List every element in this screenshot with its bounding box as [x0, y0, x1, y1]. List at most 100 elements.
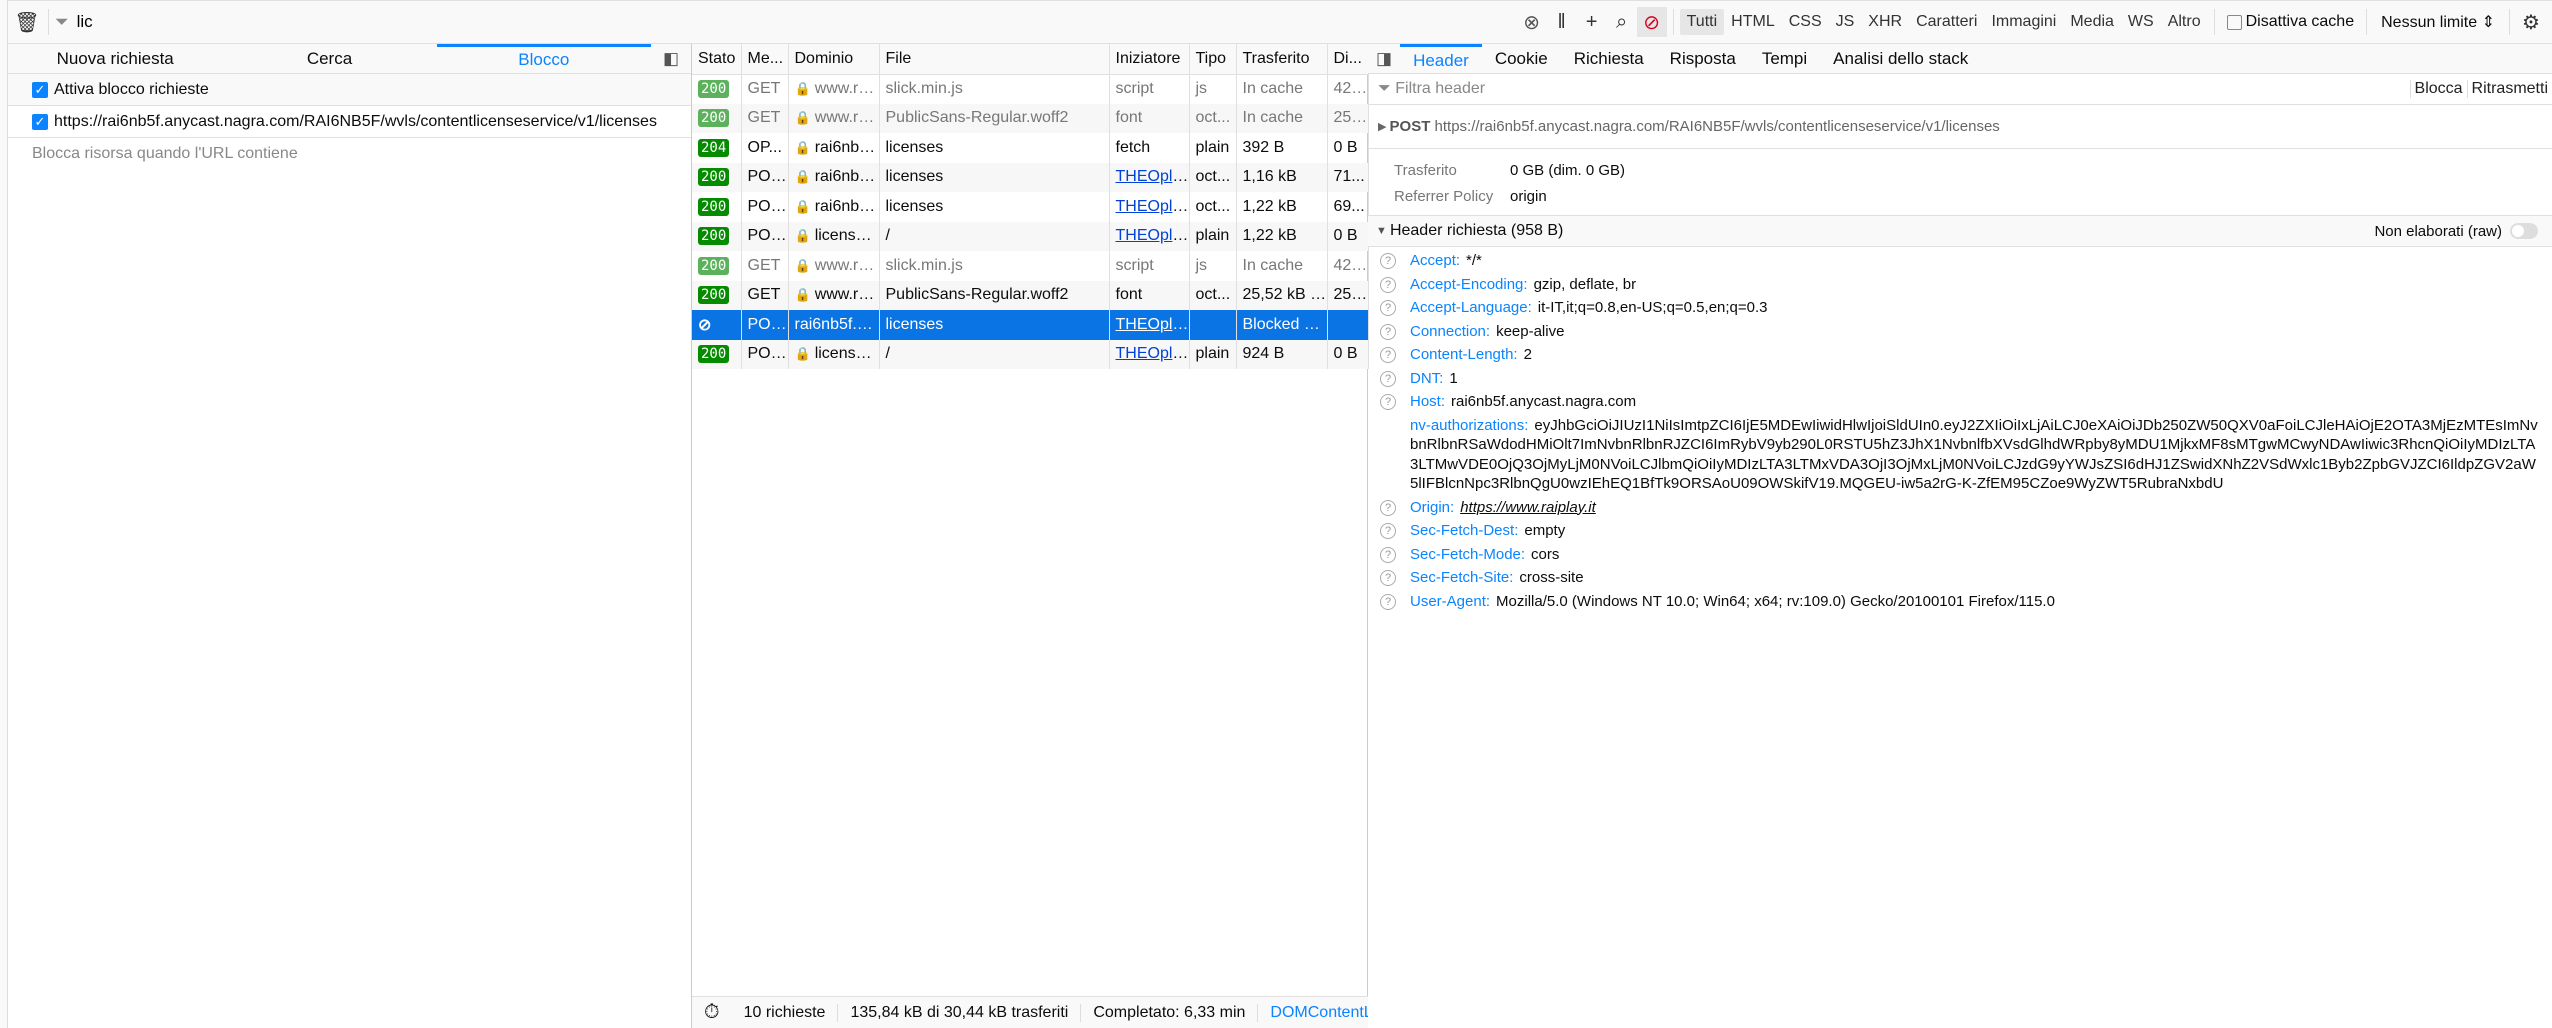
help-icon[interactable]: ?: [1380, 323, 1396, 340]
filter-headers-input[interactable]: Filtra header: [1395, 80, 2409, 98]
cell-domain: 🔒 www.rai...: [788, 251, 880, 281]
trash-icon[interactable]: 🗑: [12, 7, 42, 37]
throttle-select[interactable]: Nessun limite ⇕: [2373, 12, 2503, 32]
table-row[interactable]: 200 GET 🔒 www.rai.it PublicSans-Regular.woff…: [692, 103, 1369, 133]
checkbox-checked[interactable]: ✓: [32, 113, 48, 130]
help-icon[interactable]: ?: [1380, 394, 1396, 410]
tab-analisi-dello-stack[interactable]: Analisi dello stack: [1820, 45, 1981, 72]
cell-type: plain: [1189, 133, 1237, 163]
initiator-link[interactable]: THEOpla...: [1116, 168, 1189, 185]
cell-transferred: 1,22 kB: [1236, 221, 1328, 251]
table-row[interactable]: 200 POST 🔒 rai6nb5... licenses THEOpla... oct.…: [692, 192, 1369, 222]
finish-time: Completato: 6,33 min: [1081, 1003, 1259, 1022]
tab-blocking[interactable]: Blocco: [436, 44, 651, 73]
type-filter-altro[interactable]: Altro: [2161, 9, 2208, 35]
block-url-input[interactable]: Blocca risorsa quando l'URL contiene: [8, 138, 691, 170]
column-header-domain[interactable]: Dominio: [788, 44, 880, 75]
request-url: https://rai6nb5f.anycast.nagra.com/RAI6N…: [1434, 118, 2000, 135]
tab-richiesta[interactable]: Richiesta: [1561, 45, 1657, 72]
column-header-initiator[interactable]: Iniziatore: [1109, 44, 1190, 75]
help-icon[interactable]: ?: [1380, 253, 1396, 269]
request-headers-section[interactable]: ▼ Header richiesta (958 B) Non elaborati…: [1368, 215, 2552, 247]
lock-icon: 🔒: [794, 110, 811, 126]
column-header-file[interactable]: File: [879, 44, 1110, 75]
initiator-link[interactable]: THEOpla...: [1116, 316, 1189, 333]
tab-cookie[interactable]: Cookie: [1482, 45, 1561, 72]
initiator-link[interactable]: THEOpla...: [1116, 345, 1189, 362]
table-row[interactable]: 200 POST 🔒 rai6nb5... licenses THEOpla... oct.…: [692, 162, 1369, 192]
filter-url-input[interactable]: [76, 12, 377, 32]
help-icon[interactable]: ?: [1380, 499, 1396, 516]
help-icon[interactable]: ?: [1380, 347, 1396, 363]
table-row[interactable]: 204 OP... 🔒 rai6nb5... licenses fetch plain 392…: [692, 133, 1369, 163]
type-filter-immagini[interactable]: Immagini: [1984, 9, 2063, 35]
lock-icon: 🔒: [794, 257, 811, 273]
cell-status: 204: [692, 133, 742, 163]
type-filter-js[interactable]: JS: [1829, 9, 1862, 35]
checkbox-checked[interactable]: ✓: [32, 81, 48, 98]
column-header-method[interactable]: Me...: [741, 44, 789, 75]
tab-tempi[interactable]: Tempi: [1749, 45, 1820, 72]
table-row[interactable]: 200POST🔒license.t.../THEOpla...plain924 …: [692, 339, 1369, 369]
cell-initiator: font: [1109, 280, 1190, 310]
clear-filter-icon[interactable]: ⊗: [1517, 7, 1547, 37]
cell-file: licenses: [879, 192, 1110, 222]
help-icon[interactable]: ?: [1380, 593, 1396, 610]
cell-transferred: 25,52 kB (r...: [1236, 280, 1328, 310]
column-header-type[interactable]: Tipo: [1189, 44, 1237, 75]
type-filter-xhr[interactable]: XHR: [1861, 9, 1909, 35]
type-filter-caratteri[interactable]: Caratteri: [1909, 9, 1984, 35]
help-icon[interactable]: ?: [1380, 570, 1396, 586]
raw-toggle[interactable]: [2510, 223, 2538, 239]
help-icon[interactable]: ?: [1380, 523, 1396, 539]
cell-file: PublicSans-Regular.woff2: [879, 280, 1110, 310]
tab-new-request[interactable]: Nuova richiesta: [8, 44, 222, 73]
resend-button[interactable]: Ritrasmetti: [2466, 80, 2552, 98]
request-url-summary[interactable]: ▶ POST https://rai6nb5f.anycast.nagra.co…: [1368, 105, 2552, 149]
cell-status: 200: [692, 74, 742, 104]
help-icon[interactable]: ?: [1380, 370, 1396, 387]
header-value[interactable]: https://www.raiplay.it: [1460, 499, 1596, 516]
table-row[interactable]: 200 GET 🔒 www.rai... slick.min.js script js In …: [692, 251, 1369, 281]
type-filter-ws[interactable]: WS: [2121, 9, 2161, 35]
details-tabs: ◨ Header Cookie Richiesta Risposta Tempi Anal…: [1368, 43, 2552, 74]
help-icon[interactable]: ?: [1380, 546, 1396, 563]
toggle-sidebar-icon[interactable]: ◨: [1368, 49, 1400, 69]
tab-header[interactable]: Header: [1400, 43, 1482, 74]
search-icon[interactable]: ⌕: [1607, 7, 1637, 37]
table-row[interactable]: ⊘ POST rai6nb5f.an... licenses THEOpla... Blo…: [692, 310, 1369, 340]
tab-risposta[interactable]: Risposta: [1657, 45, 1749, 72]
table-row[interactable]: 200POST🔒license.t.../THEOpla...plain1,22…: [692, 221, 1369, 251]
header-name: Accept-Language:: [1410, 299, 1532, 316]
blocked-url-item[interactable]: ✓ https://rai6nb5f.anycast.nagra.com/RAI…: [8, 106, 691, 138]
column-header-size[interactable]: Di...: [1327, 44, 1369, 75]
initiator-link[interactable]: THEOpla...: [1116, 198, 1189, 215]
initiator-link[interactable]: THEOpla...: [1116, 227, 1189, 244]
type-filter-html[interactable]: HTML: [1724, 9, 1782, 35]
column-header-transferred[interactable]: Trasferito: [1236, 44, 1328, 75]
cell-method: POST: [741, 192, 789, 222]
plus-icon[interactable]: +: [1577, 7, 1607, 37]
collapse-panel-icon[interactable]: ◧: [651, 44, 691, 73]
help-icon[interactable]: ?: [1380, 276, 1396, 293]
block-icon[interactable]: ⊘: [1636, 7, 1667, 37]
header-row: ? Sec-Fetch-Site: cross-site: [1368, 564, 2552, 588]
table-row[interactable]: 200 GET 🔒 www.rai... slick.min.js script js In …: [692, 74, 1369, 104]
help-icon[interactable]: ?: [1380, 300, 1396, 316]
cell-domain: 🔒 www.rai.it: [788, 103, 880, 133]
gear-icon[interactable]: ⚙: [2516, 7, 2546, 37]
cell-initiator: THEOpla...: [1109, 192, 1190, 222]
checkbox[interactable]: [2226, 14, 2242, 30]
enable-blocking-row[interactable]: ✓ Attiva blocco richieste: [8, 74, 691, 106]
column-header-status[interactable]: Stato: [692, 44, 742, 75]
block-url-placeholder: Blocca risorsa quando l'URL contiene: [32, 145, 298, 162]
disable-cache-checkbox[interactable]: Disattiva cache: [2221, 13, 2361, 31]
blocked-icon: ⊘: [698, 316, 712, 334]
tab-search[interactable]: Cerca: [222, 44, 436, 73]
table-row[interactable]: 200 GET 🔒 www.rai.it PublicSans-Regular.woff…: [692, 280, 1369, 310]
block-button[interactable]: Blocca: [2409, 80, 2467, 98]
type-filter-tutti[interactable]: Tutti: [1679, 9, 1725, 35]
type-filter-media[interactable]: Media: [2063, 9, 2121, 35]
pause-icon[interactable]: ‖: [1547, 7, 1577, 37]
type-filter-css[interactable]: CSS: [1782, 9, 1829, 35]
